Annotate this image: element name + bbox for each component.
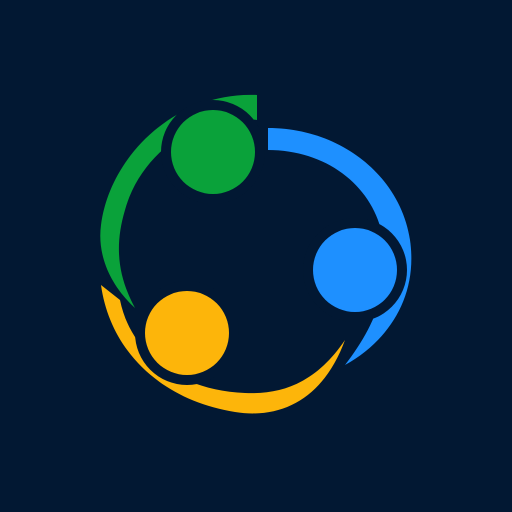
logo-background	[0, 0, 512, 512]
people-circle-logo-icon	[0, 0, 512, 512]
blue-head	[313, 228, 397, 312]
yellow-head	[145, 291, 229, 375]
app-icon	[0, 0, 512, 512]
green-head	[171, 110, 255, 194]
